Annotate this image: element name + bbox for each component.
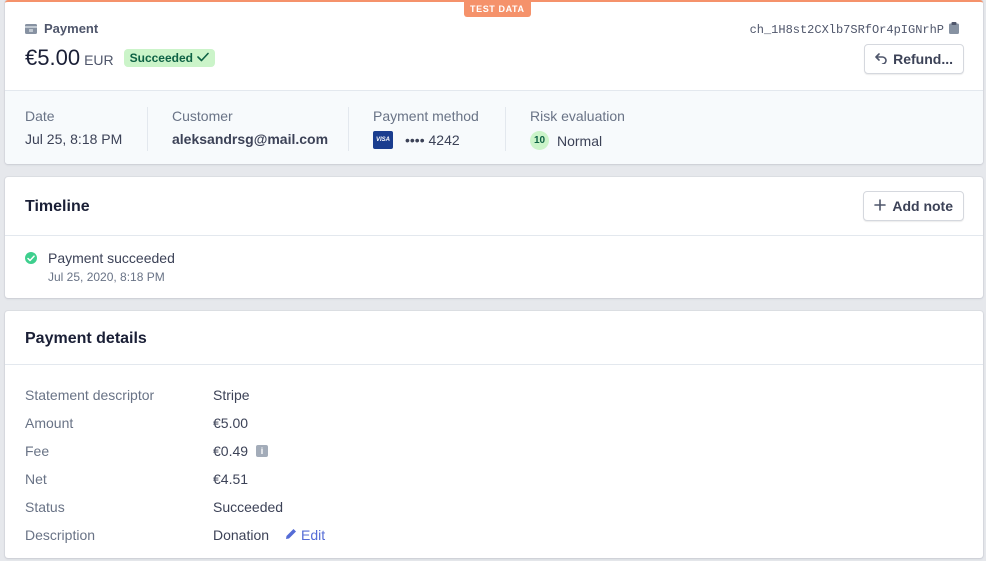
pencil-icon [285,527,297,543]
charge-id[interactable]: ch_1H8st2CXlb7SRfOr4pIGNrhP [750,22,959,38]
payment-method-value: VISA •••• 4242 [373,131,479,149]
payment-method-label: Payment method [373,108,479,124]
payment-details-title: Payment details [25,330,147,347]
edit-link-label: Edit [301,527,326,543]
refund-button-label: Refund... [893,51,953,67]
risk-score-badge: 10 [530,131,549,150]
timeline-title: Timeline [25,198,90,215]
customer-label: Customer [172,108,233,124]
status-badge: Succeeded [123,49,215,67]
divider [5,235,983,236]
payment-details-card: Payment details Statement descriptor Str… [5,311,983,558]
detail-value-fee: €0.49 i [213,443,269,459]
risk-value: 10 Normal [530,131,625,150]
detail-value: Succeeded [213,499,284,515]
summary-date: Date Jul 25, 8:18 PM [25,108,122,150]
detail-row-description: Description Donation Edit [25,521,325,549]
customer-email-link[interactable]: aleksandrsg@mail.com [172,131,328,147]
detail-value: Stripe [213,387,250,403]
detail-row-net: Net €4.51 [25,465,325,493]
detail-value: €4.51 [213,471,249,487]
timeline-event-time: Jul 25, 2020, 8:18 PM [48,270,165,284]
detail-row-status: Status Succeeded [25,493,325,521]
payment-header-card: TEST DATA Payment ch_1H8st2CXlb7SRfOr4pI… [5,0,983,164]
card-last4: •••• 4242 [405,132,460,148]
plus-icon [874,198,887,214]
summary-risk: Risk evaluation 10 Normal [530,108,625,150]
details-list: Statement descriptor Stripe Amount €5.00… [25,381,325,549]
summary-divider [505,107,506,151]
summary-divider [147,107,148,151]
add-note-label: Add note [892,198,953,214]
visa-card-icon: VISA [373,131,393,149]
detail-value-description: Donation Edit [213,527,325,543]
detail-label: Fee [25,443,50,459]
detail-row-amount: Amount €5.00 [25,409,325,437]
info-icon[interactable]: i [256,445,269,457]
detail-label: Status [25,499,65,515]
date-value: Jul 25, 8:18 PM [25,131,123,147]
summary-divider [348,107,349,151]
risk-level-text: Normal [557,132,603,149]
timeline-event-title: Payment succeeded [48,250,175,266]
detail-label: Description [25,527,96,543]
status-badge-text: Succeeded [129,51,193,65]
summary-customer: Customer aleksandrsg@mail.com [172,108,328,150]
detail-row-fee: Fee €0.49 i [25,437,325,465]
payment-summary: Date Jul 25, 8:18 PM Customer aleksandrs… [5,90,983,164]
timeline-card: Timeline Add note Payment succeeded Jul … [5,177,983,298]
object-type-text: Payment [44,21,99,36]
divider [5,364,983,365]
detail-label: Amount [25,415,74,431]
detail-row-statement-descriptor: Statement descriptor Stripe [25,381,325,409]
charge-id-text: ch_1H8st2CXlb7SRfOr4pIGNrhP [749,23,944,37]
payment-icon [25,23,37,34]
detail-label: Net [25,471,47,487]
detail-label: Statement descriptor [25,387,155,403]
payment-currency: EUR [84,52,114,68]
refund-button[interactable]: Refund... [864,44,964,74]
undo-arrow-icon [875,51,887,67]
amount-row: €5.00 EUR Succeeded [25,45,215,71]
add-note-button[interactable]: Add note [863,191,964,221]
risk-label: Risk evaluation [530,108,625,124]
detail-value: €5.00 [213,415,249,431]
timeline-event: Payment succeeded Jul 25, 2020, 8:18 PM [25,250,175,284]
fee-value: €0.49 [213,443,249,459]
object-type-label: Payment [25,21,98,36]
description-value: Donation [213,527,270,543]
edit-description-link[interactable]: Edit [285,527,325,543]
timeline-event-text: Payment succeeded Jul 25, 2020, 8:18 PM [48,250,175,284]
summary-payment-method: Payment method VISA •••• 4242 [373,108,479,150]
success-check-icon [25,252,37,264]
clipboard-icon[interactable] [949,22,959,38]
date-label: Date [25,108,55,124]
payment-amount: €5.00 [25,45,81,70]
checkmark-icon [197,51,209,65]
test-data-badge: TEST DATA [464,2,531,17]
